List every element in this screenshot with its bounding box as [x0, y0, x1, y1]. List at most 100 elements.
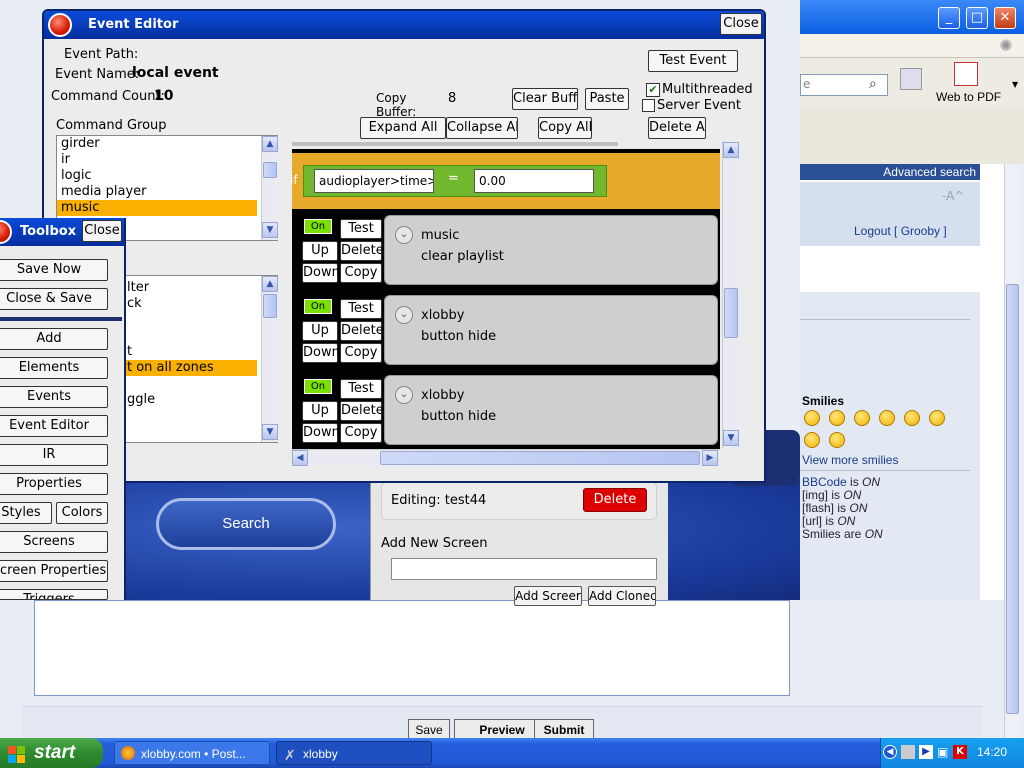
scroll-thumb[interactable] [263, 294, 277, 318]
server-event-checkbox[interactable] [642, 99, 655, 112]
collapse-all-button[interactable]: Collapse All [446, 117, 518, 139]
toolbox-close-button[interactable]: Close [82, 220, 122, 242]
scroll-right-icon[interactable]: ▶ [702, 450, 718, 466]
list-item[interactable]: media player [57, 184, 277, 200]
cool-icon[interactable] [804, 432, 820, 448]
command-on-toggle[interactable]: On [304, 299, 332, 314]
scroll-down-icon[interactable]: ▼ [723, 430, 739, 446]
tray-app-icon[interactable] [901, 745, 915, 759]
smile-icon[interactable] [804, 410, 820, 426]
command-copy-button[interactable]: Copy [340, 343, 382, 363]
add-screen-button[interactable]: Add Screer [514, 586, 582, 606]
search-icon[interactable]: ⌕ [869, 76, 877, 92]
scroll-thumb[interactable] [724, 288, 738, 338]
new-screen-input[interactable] [391, 558, 657, 580]
bbcode-link[interactable]: BBCode [802, 475, 847, 489]
scroll-thumb[interactable] [380, 451, 700, 465]
paste-button[interactable]: Paste [585, 88, 629, 110]
command-up-button[interactable]: Up [302, 321, 338, 341]
start-button[interactable]: start [0, 738, 103, 768]
media-play-icon[interactable]: ▶ [919, 745, 933, 759]
window-icon[interactable] [900, 68, 922, 90]
condition-right-input[interactable]: 0.00 [474, 169, 594, 193]
list-item[interactable]: ir [57, 152, 277, 168]
group-list-scrollbar[interactable]: ▲ ▼ [261, 136, 278, 240]
confused-icon[interactable] [929, 410, 945, 426]
ir-button[interactable]: IR [0, 444, 108, 466]
event-vertical-scrollbar[interactable]: ▲ ▼ [722, 142, 739, 448]
command-delete-button[interactable]: Delete [340, 241, 384, 261]
toolbox-titlebar[interactable]: Toolbox Close [0, 218, 124, 246]
laugh-icon[interactable] [829, 432, 845, 448]
logout-link[interactable]: Logout [ Grooby ] [854, 224, 947, 238]
taskbar-item-browser[interactable]: xlobby.com • Post... [114, 741, 270, 765]
scroll-up-icon[interactable]: ▲ [262, 276, 278, 292]
command-on-toggle[interactable]: On [304, 379, 332, 394]
web-to-pdf-label[interactable]: Web to PDF [936, 90, 1001, 104]
event-editor-close-button[interactable]: Close [720, 13, 762, 35]
browser-scrollbar[interactable] [1004, 164, 1020, 738]
command-copy-button[interactable]: Copy [340, 263, 382, 283]
chevron-down-icon[interactable]: ⌄ [395, 386, 413, 404]
screens-button[interactable]: Screens [0, 531, 108, 553]
save-now-button[interactable]: Save Now [0, 259, 108, 281]
command-delete-button[interactable]: Delete [340, 401, 384, 421]
command-down-button[interactable]: Down [302, 343, 340, 363]
triggers-button[interactable]: Triggers [0, 589, 108, 600]
command-card[interactable]: ⌄ xlobby button hide [384, 375, 718, 445]
command-test-button[interactable]: Test [340, 299, 382, 319]
condition-operator[interactable]: = [448, 171, 459, 186]
test-event-button[interactable]: Test Event [648, 50, 738, 72]
eek-icon[interactable] [904, 410, 920, 426]
list-item-selected[interactable]: music [57, 200, 257, 216]
command-test-button[interactable]: Test [340, 219, 382, 239]
command-delete-button[interactable]: Delete [340, 321, 384, 341]
delete-screen-button[interactable]: Delete [583, 488, 647, 512]
command-down-button[interactable]: Down [302, 423, 340, 443]
scroll-down-icon[interactable]: ▼ [262, 222, 278, 238]
command-list-scrollbar[interactable]: ▲ ▼ [261, 276, 278, 442]
view-more-smilies-link[interactable]: View more smilies [802, 453, 898, 467]
network-icon[interactable]: ▣ [937, 745, 951, 759]
scroll-left-icon[interactable]: ◀ [292, 450, 308, 466]
add-button[interactable]: Add [0, 328, 108, 350]
event-editor-titlebar[interactable]: Event Editor Close [44, 11, 764, 39]
command-up-button[interactable]: Up [302, 241, 338, 261]
command-copy-button[interactable]: Copy [340, 423, 382, 443]
xlobby-search-button[interactable]: Search [156, 498, 336, 550]
chevron-down-icon[interactable]: ⌄ [395, 226, 413, 244]
command-card[interactable]: ⌄ xlobby button hide [384, 295, 718, 365]
elements-button[interactable]: Elements [0, 357, 108, 379]
chevron-down-icon[interactable]: ⌄ [395, 306, 413, 324]
minimize-button[interactable]: _ [938, 7, 960, 29]
scroll-up-icon[interactable]: ▲ [723, 142, 739, 158]
properties-button[interactable]: Properties [0, 473, 108, 495]
splitter[interactable] [292, 142, 618, 146]
copy-all-button[interactable]: Copy All [538, 117, 592, 139]
command-up-button[interactable]: Up [302, 401, 338, 421]
add-cloned-button[interactable]: Add Clonec [588, 586, 656, 606]
scroll-thumb[interactable] [1006, 284, 1019, 714]
command-card[interactable]: ⌄ music clear playlist [384, 215, 718, 285]
command-down-button[interactable]: Down [302, 263, 340, 283]
sad-icon[interactable] [854, 410, 870, 426]
chevron-left-icon[interactable]: ◀ [883, 745, 897, 759]
message-textarea[interactable] [34, 600, 790, 696]
list-item[interactable]: girder [57, 136, 277, 152]
styles-button[interactable]: Styles [0, 502, 52, 524]
event-editor-button[interactable]: Event Editor [0, 415, 108, 437]
k-app-icon[interactable]: K [953, 745, 967, 759]
close-save-button[interactable]: Close & Save [0, 288, 108, 310]
multithreaded-checkbox[interactable]: ✔ [646, 83, 660, 97]
font-size-toggle[interactable]: -A^ [942, 189, 964, 203]
taskbar-item-xlobby[interactable]: ✗ xlobby [276, 741, 432, 765]
surprised-icon[interactable] [879, 410, 895, 426]
events-button[interactable]: Events [0, 386, 108, 408]
scroll-thumb[interactable] [263, 162, 277, 178]
screen-properties-button[interactable]: Screen Properties [0, 560, 108, 582]
scroll-up-icon[interactable]: ▲ [262, 136, 278, 152]
event-horizontal-scrollbar[interactable]: ◀ ▶ [292, 449, 720, 466]
delete-all-button[interactable]: Delete Al [648, 117, 706, 139]
advanced-search-link[interactable]: Advanced search [800, 164, 980, 180]
maximize-button[interactable]: □ [966, 7, 988, 29]
